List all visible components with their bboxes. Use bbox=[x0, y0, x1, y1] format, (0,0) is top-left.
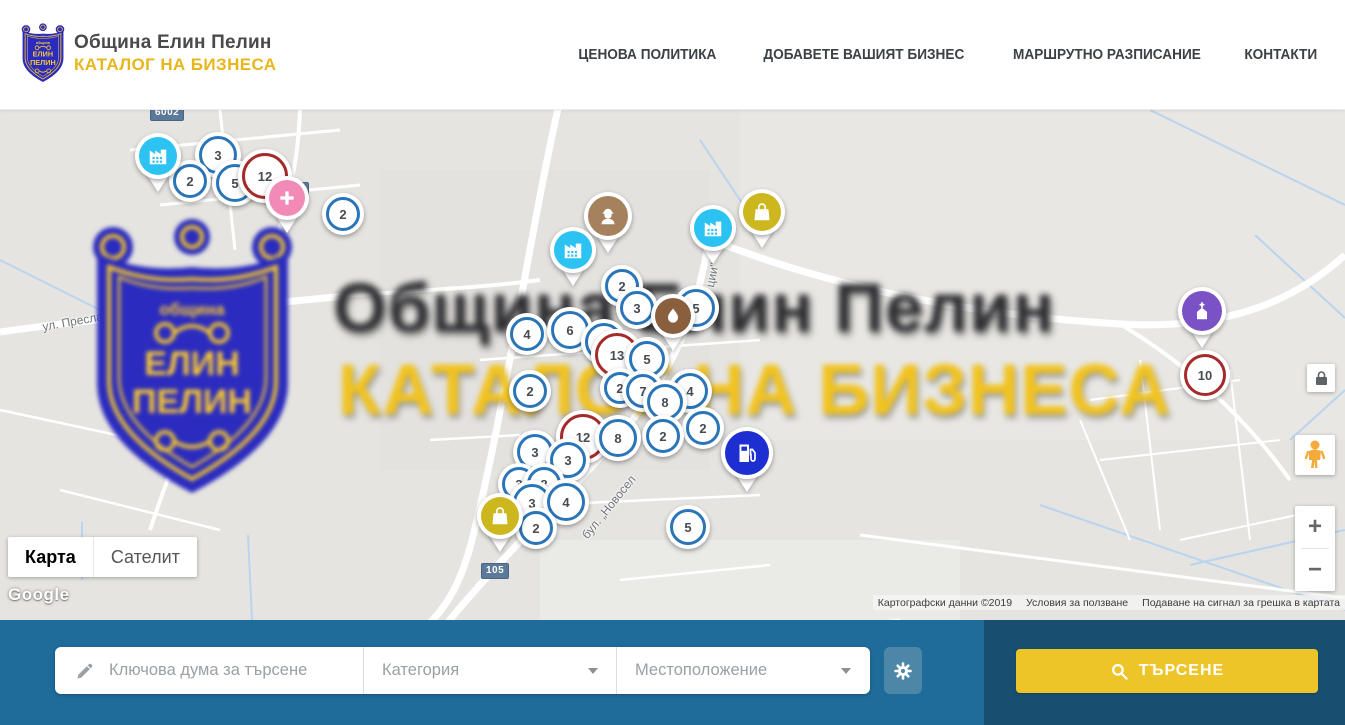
google-logo[interactable]: Google bbox=[8, 585, 70, 605]
factory-pin-marker[interactable] bbox=[135, 133, 181, 179]
lock-scroll-button[interactable] bbox=[1307, 364, 1335, 392]
cluster-count: 4 bbox=[562, 495, 569, 510]
bag-icon bbox=[481, 497, 519, 535]
watermark-title: Община Елин Пелин bbox=[333, 268, 1213, 347]
zoom-control: + − bbox=[1295, 506, 1335, 591]
cluster-marker[interactable]: 10 bbox=[1180, 350, 1230, 400]
cluster-count: 3 bbox=[633, 301, 640, 316]
plus-icon bbox=[269, 180, 305, 216]
cluster-count: 2 bbox=[699, 421, 706, 436]
chevron-down-icon bbox=[841, 668, 851, 674]
cluster-marker[interactable]: 2 bbox=[322, 193, 364, 235]
bag-pin-marker[interactable] bbox=[477, 493, 523, 539]
road-number-shield: 6002 bbox=[150, 110, 184, 121]
pegman-icon bbox=[1304, 440, 1326, 470]
search-icon bbox=[1110, 662, 1129, 681]
category-select[interactable]: Категория bbox=[363, 647, 616, 694]
cluster-marker[interactable]: 8 bbox=[595, 415, 641, 461]
location-select[interactable]: Местоположение bbox=[616, 647, 869, 694]
nav-pricing-policy[interactable]: ЦЕНОВА ПОЛИТИКА bbox=[578, 47, 716, 63]
road-number-shield: 105 bbox=[481, 563, 509, 579]
svg-text:ЕЛИН: ЕЛИН bbox=[144, 345, 240, 383]
cluster-marker[interactable]: 4 bbox=[506, 313, 548, 355]
nav-route-schedule[interactable]: МАРШРУТНО РАЗПИСАНИЕ bbox=[1013, 47, 1201, 63]
cluster-count: 2 bbox=[186, 174, 193, 189]
cluster-count: 8 bbox=[614, 431, 621, 446]
factory-icon bbox=[694, 209, 732, 247]
church-pin-marker[interactable] bbox=[1178, 287, 1226, 335]
cluster-marker[interactable]: 2 bbox=[509, 370, 551, 412]
google-map[interactable]: ул. Преславбул. „Новоселции" 6002105 общ… bbox=[0, 110, 1345, 620]
map-attribution: Картографски данни ©2019 Условия за полз… bbox=[873, 595, 1345, 610]
pencil-icon bbox=[75, 661, 95, 681]
cluster-count: 2 bbox=[659, 429, 666, 444]
cluster-count: 13 bbox=[610, 348, 624, 363]
site-title: Община Елин Пелин bbox=[74, 32, 276, 54]
keyword-search-input[interactable] bbox=[109, 661, 339, 680]
fuel-icon bbox=[725, 431, 769, 475]
bag-pin-marker[interactable] bbox=[739, 189, 785, 235]
app-header: община ЕЛИН ПЕЛИН Община Елин Пелин КАТА… bbox=[0, 0, 1345, 110]
site-logo[interactable]: община ЕЛИН ПЕЛИН Община Елин Пелин КАТА… bbox=[20, 22, 276, 84]
cluster-count: 5 bbox=[684, 520, 691, 535]
fuel-pin-marker[interactable] bbox=[721, 427, 773, 479]
factory-pin-marker[interactable] bbox=[550, 227, 596, 273]
attribution-copyright: Картографски данни ©2019 bbox=[878, 597, 1012, 609]
cluster-count: 10 bbox=[1198, 368, 1212, 383]
gear-icon bbox=[892, 660, 914, 682]
cluster-count: 3 bbox=[564, 453, 571, 468]
cluster-count: 3 bbox=[214, 148, 221, 163]
bag-icon bbox=[743, 193, 781, 231]
location-select-value: Местоположение bbox=[635, 661, 767, 680]
factory-pin-marker[interactable] bbox=[690, 205, 736, 251]
cluster-marker[interactable]: 2 bbox=[682, 407, 724, 449]
municipality-crest-icon: община ЕЛИН ПЕЛИН bbox=[20, 22, 66, 84]
cluster-count: 2 bbox=[526, 384, 533, 399]
svg-text:община: община bbox=[159, 300, 225, 319]
church-icon bbox=[1182, 291, 1222, 331]
svg-text:ПЕЛИН: ПЕЛИН bbox=[132, 383, 252, 421]
nav-contacts[interactable]: КОНТАКТИ bbox=[1245, 47, 1318, 63]
map-type-control: Карта Сателит bbox=[8, 537, 197, 577]
zoom-out-button[interactable]: − bbox=[1295, 549, 1335, 591]
search-button-label: ТЪРСЕНЕ bbox=[1139, 662, 1224, 680]
watermark-subtitle: КАТАЛОГ НА БИЗНЕСА bbox=[338, 350, 1198, 431]
svg-text:община: община bbox=[36, 41, 51, 45]
flame-pin-marker[interactable] bbox=[651, 294, 695, 338]
site-subtitle: КАТАЛОГ НА БИЗНЕСА bbox=[74, 55, 276, 75]
attribution-terms-link[interactable]: Условия за ползване bbox=[1026, 597, 1128, 609]
street-view-pegman-button[interactable] bbox=[1295, 435, 1335, 475]
advanced-settings-button[interactable] bbox=[884, 647, 922, 694]
attribution-report-link[interactable]: Подаване на сигнал за грешка в картата bbox=[1142, 597, 1340, 609]
factory-icon bbox=[554, 231, 592, 269]
cluster-count: 2 bbox=[532, 521, 539, 536]
map-type-satellite-button[interactable]: Сателит bbox=[93, 537, 197, 577]
cluster-count: 4 bbox=[686, 384, 693, 399]
svg-text:ЕЛИН: ЕЛИН bbox=[33, 50, 53, 59]
chevron-down-icon bbox=[588, 668, 598, 674]
search-fields: Категория Местоположение bbox=[55, 647, 870, 694]
cluster-marker[interactable]: 2 bbox=[642, 415, 684, 457]
search-bar: Категория Местоположение bbox=[0, 620, 1345, 725]
keyword-field[interactable] bbox=[55, 647, 363, 694]
cluster-count: 2 bbox=[339, 207, 346, 222]
search-submit-button[interactable]: ТЪРСЕНЕ bbox=[1016, 649, 1318, 693]
svg-text:ПЕЛИН: ПЕЛИН bbox=[30, 58, 56, 67]
cluster-count: 5 bbox=[643, 352, 650, 367]
flame-icon bbox=[655, 298, 691, 334]
cluster-count: 4 bbox=[523, 327, 530, 342]
cluster-count: 8 bbox=[661, 395, 668, 410]
main-nav: ЦЕНОВА ПОЛИТИКА ДОБАВЕТЕ ВАШИЯТ БИЗНЕС М… bbox=[574, 0, 1320, 110]
cluster-marker[interactable]: 5 bbox=[666, 505, 710, 549]
lock-icon bbox=[1315, 371, 1328, 386]
zoom-in-button[interactable]: + bbox=[1295, 506, 1335, 548]
map-type-map-button[interactable]: Карта bbox=[8, 537, 93, 577]
cluster-count: 3 bbox=[531, 445, 538, 460]
category-select-value: Категория bbox=[382, 661, 459, 680]
cluster-count: 6 bbox=[566, 323, 573, 338]
plus-pin-marker[interactable] bbox=[265, 176, 309, 220]
factory-icon bbox=[139, 137, 177, 175]
watermark-crest: община ЕЛИН ПЕЛИН bbox=[85, 215, 300, 500]
nav-add-your-business[interactable]: ДОБАВЕТЕ ВАШИЯТ БИЗНЕС bbox=[763, 47, 964, 63]
